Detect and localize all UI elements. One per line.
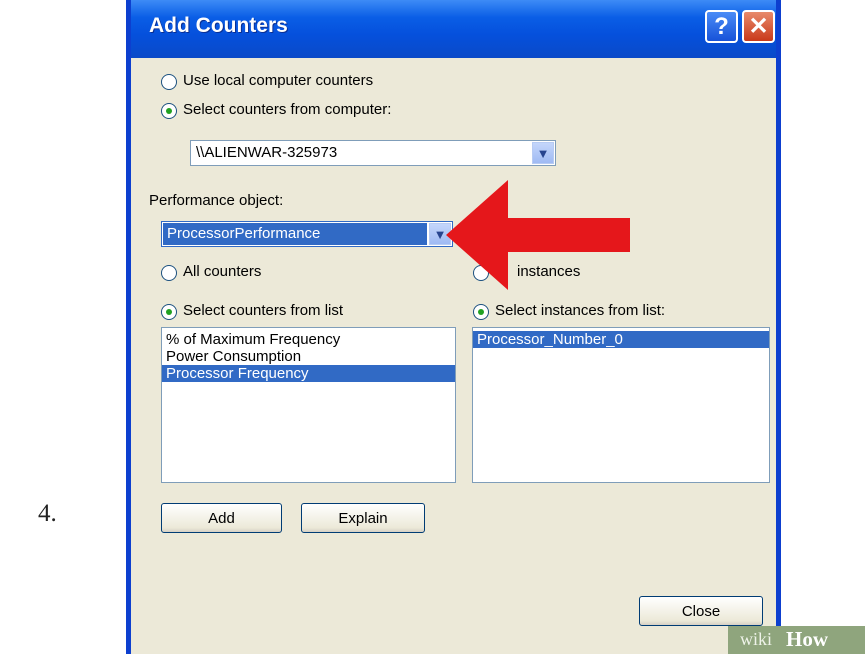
counters-listbox[interactable]: % of Maximum Frequency Power Consumption…: [161, 327, 456, 483]
list-item[interactable]: Power Consumption: [162, 348, 455, 365]
select-instances-from-list-radio[interactable]: [473, 304, 489, 320]
computer-select[interactable]: \\ALIENWAR-325973 ▼: [190, 140, 556, 166]
list-item[interactable]: Processor_Number_0: [473, 331, 769, 348]
chevron-down-icon[interactable]: ▼: [532, 142, 554, 164]
help-button[interactable]: ?: [705, 10, 738, 43]
add-button[interactable]: Add: [161, 503, 282, 533]
close-button[interactable]: Close: [639, 596, 763, 626]
select-counters-from-list-radio[interactable]: [161, 304, 177, 320]
title-bar[interactable]: Add Counters ? ✕: [131, 0, 776, 58]
select-from-computer-radio[interactable]: [161, 103, 177, 119]
add-counters-dialog: Add Counters ? ✕ Use local computer coun…: [126, 0, 781, 654]
instances-listbox[interactable]: Processor_Number_0: [472, 327, 770, 483]
list-item[interactable]: Processor Frequency: [162, 365, 455, 382]
select-counters-from-list-label[interactable]: Select counters from list: [183, 302, 343, 319]
performance-object-value: ProcessorPerformance: [167, 225, 321, 242]
wikihow-watermark: wiki How: [728, 626, 865, 654]
computer-value: \\ALIENWAR-325973: [196, 144, 338, 161]
performance-object-select[interactable]: ProcessorPerformance ▼: [161, 221, 453, 247]
select-from-computer-label[interactable]: Select counters from computer:: [183, 101, 391, 118]
step-number: 4.: [38, 500, 57, 527]
dialog-title: Add Counters: [149, 14, 288, 37]
annotation-arrow-icon: [446, 180, 630, 290]
select-instances-from-list-label[interactable]: Select instances from list:: [495, 302, 665, 319]
close-icon: ✕: [748, 13, 769, 40]
help-icon: ?: [714, 12, 729, 40]
watermark-wiki: wiki: [740, 629, 773, 649]
all-counters-label[interactable]: All counters: [183, 263, 261, 280]
watermark-how: How: [786, 627, 828, 651]
explain-button[interactable]: Explain: [301, 503, 425, 533]
use-local-radio[interactable]: [161, 74, 177, 90]
performance-object-label: Performance object:: [149, 192, 284, 209]
use-local-label[interactable]: Use local computer counters: [183, 72, 373, 89]
close-window-button[interactable]: ✕: [742, 10, 775, 43]
all-counters-radio[interactable]: [161, 265, 177, 281]
list-item[interactable]: % of Maximum Frequency: [162, 331, 455, 348]
